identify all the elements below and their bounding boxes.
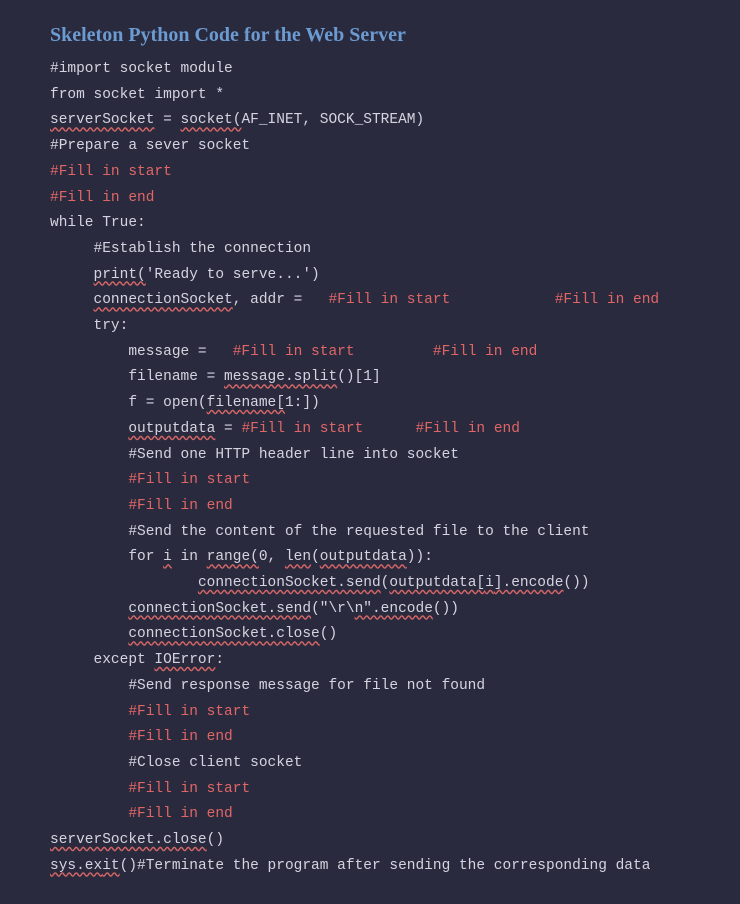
- code-line: from socket import *: [50, 87, 224, 103]
- code-token: (: [311, 549, 320, 565]
- code-token: 0,: [259, 549, 285, 565]
- code-token: ()): [563, 575, 589, 591]
- fill-comment: #Fill in start: [328, 292, 450, 308]
- code-token: serverSocket.close: [50, 832, 207, 848]
- code-token: for: [50, 549, 163, 565]
- code-token: connectionSocket.send: [198, 575, 381, 591]
- fill-comment: #Fill in end: [128, 729, 232, 745]
- fill-comment: #Fill in end: [128, 806, 232, 822]
- code-line: #Send one HTTP header line into socket: [50, 447, 459, 463]
- code-token: connectionSocket: [94, 292, 233, 308]
- fill-comment: #Fill in start: [233, 344, 355, 360]
- code-line: #Establish the connection: [50, 241, 311, 257]
- code-token: f = open(: [50, 395, 207, 411]
- code-token: AF_INET, SOCK_STREAM): [241, 112, 424, 128]
- code-token: (): [320, 626, 337, 642]
- code-token: [50, 267, 94, 283]
- code-token: ("\r\: [311, 601, 355, 617]
- code-token: connectionSocket.send: [128, 601, 311, 617]
- code-token: [50, 806, 128, 822]
- code-token: [50, 292, 94, 308]
- code-token: i: [485, 575, 494, 591]
- fill-comment: #Fill in end: [416, 421, 520, 437]
- code-token: it: [102, 858, 119, 874]
- code-token: print(: [94, 267, 146, 283]
- code-token: socket(: [181, 112, 242, 128]
- code-token: [50, 472, 128, 488]
- code-token: filename =: [50, 369, 224, 385]
- code-token: [355, 344, 433, 360]
- code-token: , addr =: [233, 292, 329, 308]
- fill-comment: #Fill in start: [241, 421, 363, 437]
- code-token: len: [285, 549, 311, 565]
- code-line: #Send response message for file not foun…: [50, 678, 485, 694]
- code-line: #import socket module: [50, 61, 233, 77]
- code-token: n".encode: [355, 601, 433, 617]
- fill-comment: #Fill in end: [50, 190, 154, 206]
- code-line: try:: [50, 318, 128, 334]
- code-token: 1:]): [285, 395, 320, 411]
- code-line: #Close client socket: [50, 755, 302, 771]
- fill-comment: #Fill in end: [555, 292, 659, 308]
- code-token: i: [163, 549, 172, 565]
- code-token: [50, 575, 198, 591]
- code-token: ()[1]: [337, 369, 381, 385]
- code-token: [50, 626, 128, 642]
- fill-comment: #Fill in start: [50, 164, 172, 180]
- code-token: =: [154, 112, 180, 128]
- code-token: (): [207, 832, 224, 848]
- code-token: [50, 704, 128, 720]
- code-token: [450, 292, 554, 308]
- code-token: IOError: [154, 652, 215, 668]
- code-token: [50, 601, 128, 617]
- code-token: message.split: [224, 369, 337, 385]
- code-token: [50, 729, 128, 745]
- code-token: ].encode: [494, 575, 564, 591]
- code-token: )):: [407, 549, 433, 565]
- code-token: serverSocket: [50, 112, 154, 128]
- code-token: outputdata[: [389, 575, 485, 591]
- fill-comment: #Fill in start: [128, 704, 250, 720]
- code-token: sys.ex: [50, 858, 102, 874]
- code-token: filename[: [207, 395, 285, 411]
- code-token: [50, 781, 128, 797]
- code-token: [50, 421, 128, 437]
- code-token: range(: [207, 549, 259, 565]
- code-token: =: [215, 421, 241, 437]
- code-token: outputdata: [320, 549, 407, 565]
- code-token: 'Ready to serve...'): [146, 267, 320, 283]
- fill-comment: #Fill in start: [128, 472, 250, 488]
- fill-comment: #Fill in start: [128, 781, 250, 797]
- document-title: Skeleton Python Code for the Web Server: [50, 24, 690, 47]
- code-line: while True:: [50, 215, 146, 231]
- code-token: ()#Terminate the program after sending t…: [120, 858, 651, 874]
- code-token: [50, 498, 128, 514]
- code-token: except: [50, 652, 154, 668]
- document-container: Skeleton Python Code for the Web Server …: [0, 0, 740, 904]
- code-token: connectionSocket.close: [128, 626, 319, 642]
- code-line: #Prepare a sever socket: [50, 138, 250, 154]
- fill-comment: #Fill in end: [128, 498, 232, 514]
- code-token: message =: [50, 344, 233, 360]
- code-token: [363, 421, 415, 437]
- code-token: :: [215, 652, 224, 668]
- fill-comment: #Fill in end: [433, 344, 537, 360]
- code-token: ()): [433, 601, 459, 617]
- code-token: outputdata: [128, 421, 215, 437]
- code-line: #Send the content of the requested file …: [50, 524, 590, 540]
- code-block: #import socket module from socket import…: [50, 57, 690, 880]
- code-token: in: [172, 549, 207, 565]
